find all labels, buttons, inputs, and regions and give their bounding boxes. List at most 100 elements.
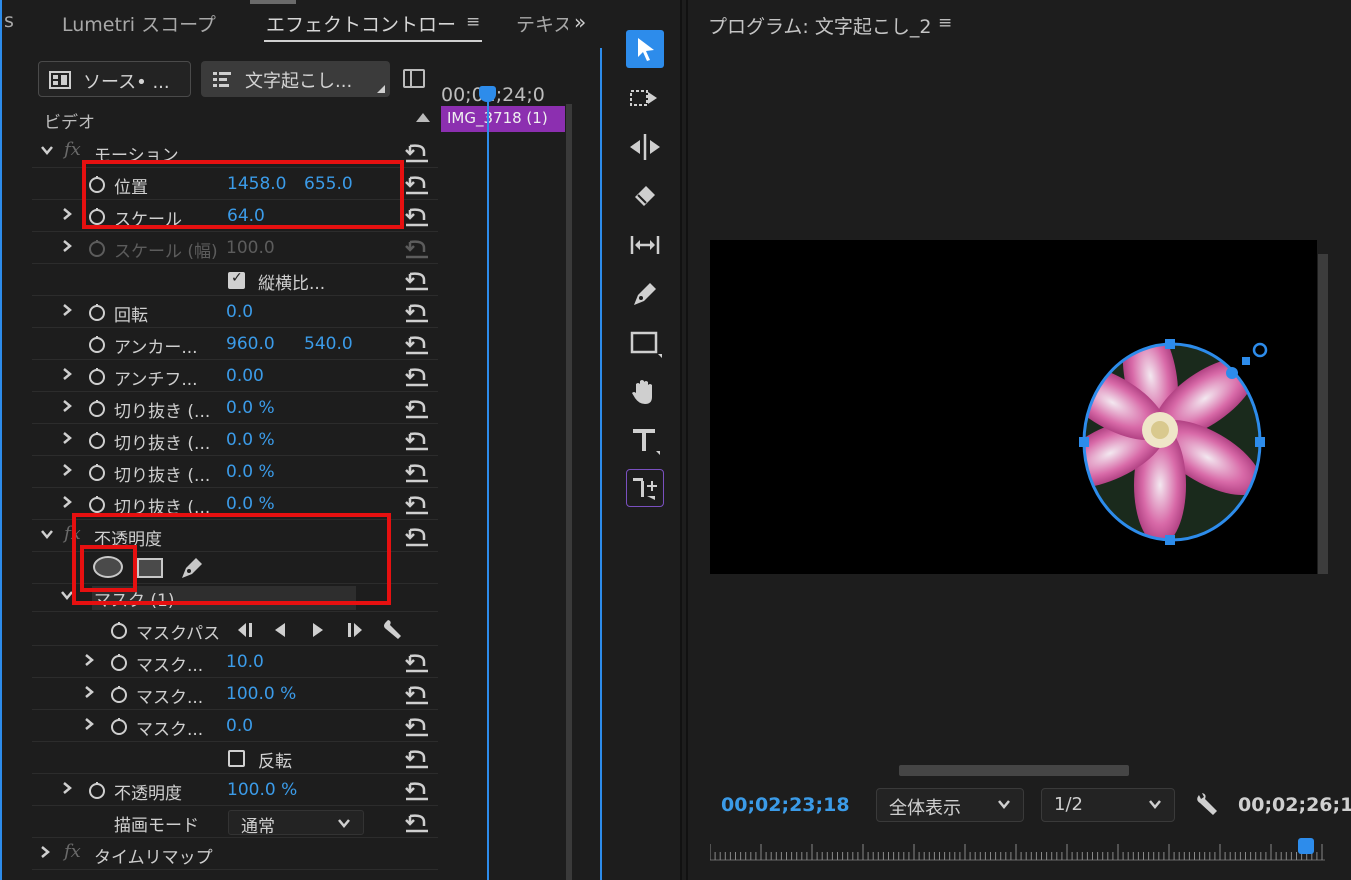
chevron-down-icon[interactable] [40,143,54,157]
auto-reframe-tool[interactable] [626,469,664,507]
rectangle-tool[interactable] [626,324,664,362]
reset-icon[interactable] [404,684,430,706]
reset-icon[interactable] [404,302,430,324]
reset-icon[interactable] [404,142,430,164]
chevron-right-icon[interactable] [38,845,52,859]
ripple-edit-tool[interactable] [626,128,664,166]
monitor-vertical-scrollbar[interactable] [1318,254,1328,574]
timeline-scrollbar[interactable] [566,104,572,880]
mask-feather-value[interactable]: 10.0 [226,652,264,672]
mask-opacity-value[interactable]: 100.0 % [226,684,296,704]
reset-icon[interactable] [404,206,430,228]
chevron-right-icon[interactable] [60,367,74,381]
zoom-dropdown[interactable]: 全体表示 [876,788,1024,822]
track-forward-icon[interactable] [310,622,326,638]
reset-icon[interactable] [404,366,430,388]
reset-icon[interactable] [404,526,430,548]
program-monitor-title[interactable]: プログラム: 文字起こし_2 [708,12,931,39]
reset-icon[interactable] [404,334,430,356]
aspect-checkbox[interactable] [228,270,245,289]
mask-expansion-value[interactable]: 0.0 [226,716,253,736]
track-backward-icon[interactable] [272,622,288,638]
source-clip-button[interactable]: ソース• ... [38,61,191,97]
program-menu-icon[interactable]: ≡ [938,13,952,33]
selection-tool[interactable] [626,30,664,68]
tab-effect-controls[interactable]: エフェクトコントロー [266,10,462,37]
stopwatch-icon[interactable] [88,495,106,513]
stopwatch-icon[interactable] [88,335,106,353]
blend-mode-dropdown[interactable]: 通常 [228,810,364,837]
reset-icon[interactable] [404,716,430,738]
stopwatch-icon[interactable] [88,399,106,417]
chevron-right-icon[interactable] [60,239,74,253]
fx-icon[interactable]: fx [64,841,81,862]
program-video-frame[interactable] [710,240,1317,574]
chevron-right-icon[interactable] [60,303,74,317]
antiflicker-value[interactable]: 0.00 [226,366,264,386]
track-select-tool[interactable] [626,79,664,117]
hand-tool[interactable] [626,373,664,411]
chevron-right-icon[interactable] [82,653,96,667]
crop-left-value[interactable]: 0.0 % [226,398,275,418]
reset-icon[interactable] [404,780,430,802]
crop-right-value[interactable]: 0.0 % [226,462,275,482]
chevron-right-icon[interactable] [82,685,96,699]
overflow-chevron-icon[interactable]: » [574,10,586,34]
razor-tool[interactable] [626,177,664,215]
stopwatch-icon[interactable] [88,367,106,385]
reset-icon[interactable] [404,462,430,484]
opacity-value[interactable]: 100.0 % [227,780,297,800]
invert-checkbox[interactable] [228,750,245,767]
pen-tool[interactable] [626,275,664,313]
chevron-right-icon[interactable] [60,463,74,477]
settings-wrench-icon[interactable] [1195,792,1219,816]
chevron-right-icon[interactable] [60,495,74,509]
reset-icon[interactable] [404,652,430,674]
tab-lumetri-scopes[interactable]: Lumetri スコープ [62,10,216,37]
reset-icon[interactable] [404,270,430,292]
tab-partial[interactable]: s [4,10,14,32]
playhead-handle[interactable] [479,86,496,102]
wrench-icon[interactable] [382,620,404,640]
program-playhead[interactable] [1298,838,1314,854]
chevron-right-icon[interactable] [60,781,74,795]
stopwatch-icon[interactable] [88,431,106,449]
chevron-right-icon[interactable] [82,717,96,731]
stopwatch-icon[interactable] [110,653,128,671]
collapse-up-icon[interactable] [416,113,430,122]
reset-icon[interactable] [404,430,430,452]
stopwatch-icon[interactable] [88,781,106,799]
tab-menu-icon[interactable]: ≡ [466,12,480,32]
fx-icon[interactable]: fx [64,139,81,160]
toggle-timeline-icon[interactable] [403,69,425,88]
track-prev-frame-icon[interactable] [234,622,254,638]
crop-top-value[interactable]: 0.0 % [226,430,275,450]
time-ruler[interactable] [710,840,1325,862]
stopwatch-icon[interactable] [110,685,128,703]
reset-icon[interactable] [404,174,430,196]
reset-icon[interactable] [404,494,430,516]
current-timecode[interactable]: 00;02;23;18 [721,794,850,816]
chevron-right-icon[interactable] [60,207,74,221]
resolution-dropdown[interactable]: 1/2 [1041,788,1175,822]
crop-bottom-value[interactable]: 0.0 % [226,494,275,514]
clip-bar[interactable]: IMG_3718 (1) [441,106,565,132]
monitor-horizontal-scrollbar[interactable] [899,765,1129,776]
chevron-down-icon[interactable] [40,527,54,541]
slip-tool[interactable] [626,226,664,264]
reset-icon[interactable] [404,398,430,420]
chevron-right-icon[interactable] [60,399,74,413]
anchor-x-value[interactable]: 960.0 [226,334,275,354]
reset-icon[interactable] [404,812,430,834]
stopwatch-icon[interactable] [88,463,106,481]
anchor-y-value[interactable]: 540.0 [304,334,353,354]
rotation-value[interactable]: 0.0 [226,302,253,322]
stopwatch-icon[interactable] [110,621,128,639]
track-next-frame-icon[interactable] [346,622,366,638]
type-tool[interactable] [626,422,664,460]
reset-icon[interactable] [404,748,430,770]
stopwatch-icon[interactable] [88,303,106,321]
tab-text[interactable]: テキス [516,10,568,37]
chevron-right-icon[interactable] [60,431,74,445]
stopwatch-icon[interactable] [110,717,128,735]
